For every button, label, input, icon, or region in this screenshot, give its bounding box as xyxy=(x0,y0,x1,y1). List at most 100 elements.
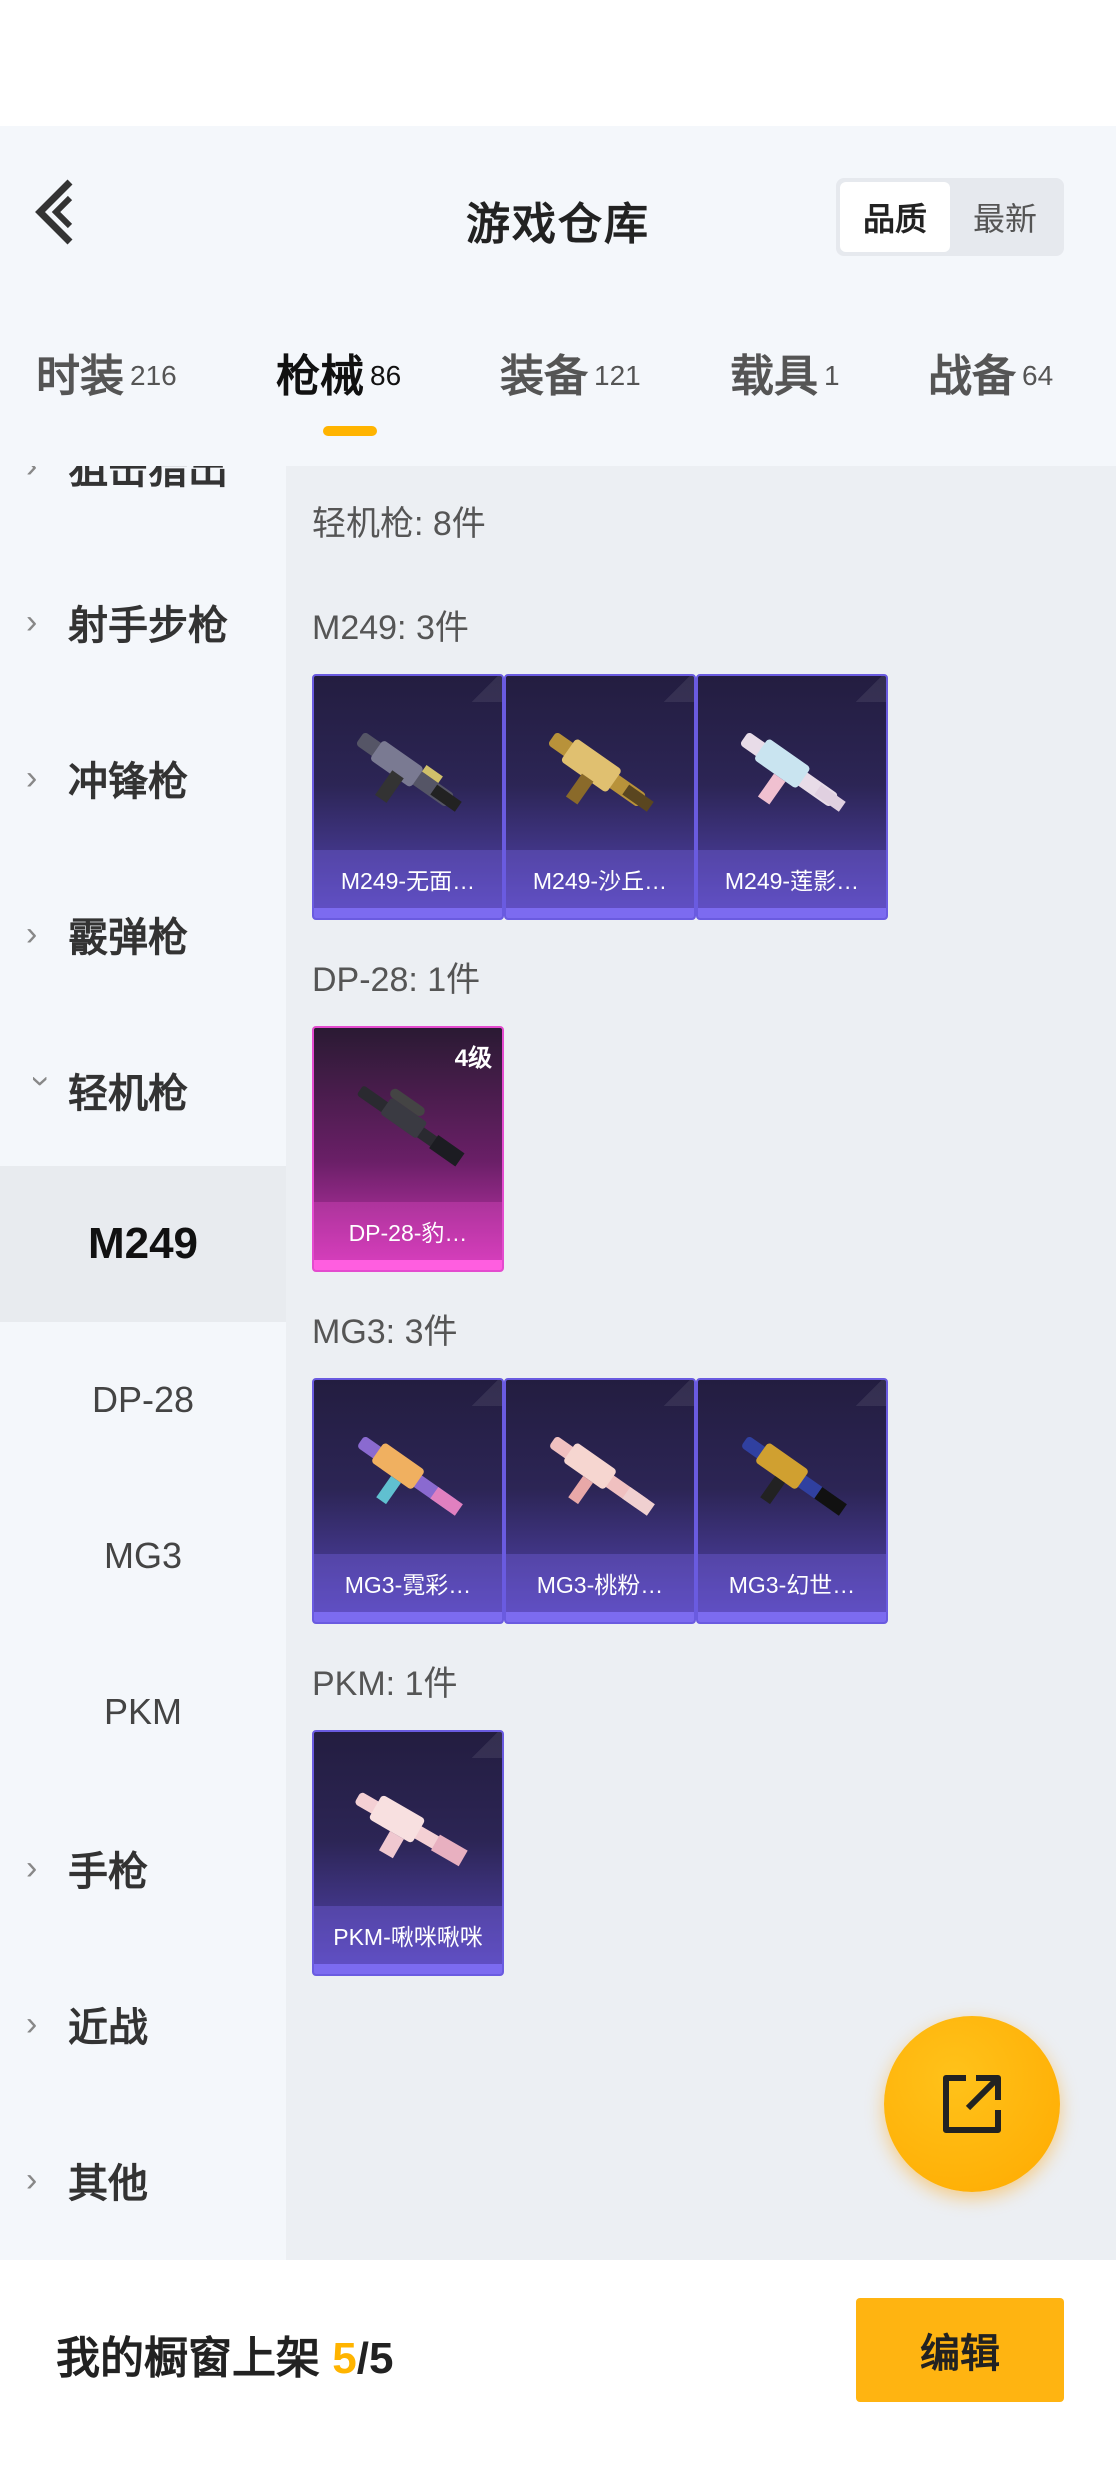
share-button[interactable] xyxy=(884,2016,1060,2192)
active-tab-indicator xyxy=(323,426,377,436)
tab-guns[interactable]: 枪械 86 xyxy=(276,340,401,440)
group-title: PKM: 1件 xyxy=(312,1665,458,1703)
lmg-skin-icon xyxy=(740,732,846,812)
card-row: 4级 DP-28-豹… xyxy=(312,1026,504,1272)
item-card[interactable]: PKM-啾咪啾咪 xyxy=(312,1730,504,1976)
tab-label: 战备 xyxy=(928,352,1016,401)
lmg-skin-icon xyxy=(355,1792,468,1867)
card-row: M249-无面… M249-沙丘… M249-莲影… xyxy=(312,674,888,920)
chevron-right-icon: › xyxy=(26,914,38,953)
sidebar-item-other[interactable]: › 其他 xyxy=(0,2102,286,2258)
item-name: DP-28-豹… xyxy=(314,1202,502,1260)
edit-button[interactable]: 编辑 xyxy=(856,2298,1064,2402)
sort-quality-option[interactable]: 品质 xyxy=(840,182,950,252)
group-title: M249: 3件 xyxy=(312,609,469,647)
sidebar-subitem-dp28[interactable]: DP-28 xyxy=(0,1322,286,1478)
sidebar-item-melee[interactable]: › 近战 xyxy=(0,1946,286,2102)
item-card[interactable]: M249-沙丘… xyxy=(504,674,696,920)
showcase-separator: / xyxy=(356,2334,369,2383)
showcase-status: 我的橱窗上架 5/5 xyxy=(56,2322,393,2386)
tab-count: 216 xyxy=(130,360,177,391)
showcase-label: 我的橱窗上架 xyxy=(56,2334,320,2383)
lmg-skin-icon xyxy=(358,1436,463,1516)
sidebar-subitem-pkm[interactable]: PKM xyxy=(0,1634,286,1790)
rarity-bar xyxy=(314,1260,502,1270)
sidebar-item-label: 其他 xyxy=(68,2162,148,2206)
tab-fashion[interactable]: 时装 216 xyxy=(36,340,177,440)
sidebar-subitem-mg3[interactable]: MG3 xyxy=(0,1478,286,1634)
item-name: MG3-幻世… xyxy=(698,1554,886,1612)
item-card[interactable]: MG3-桃粉… xyxy=(504,1378,696,1624)
rarity-bar xyxy=(314,1964,502,1974)
sidebar-item-label: 射手步枪 xyxy=(68,604,228,648)
group-title: DP-28: 1件 xyxy=(312,961,481,999)
tab-equipment[interactable]: 装备 121 xyxy=(500,340,641,440)
item-name: MG3-桃粉… xyxy=(506,1554,694,1612)
chevron-right-icon: › xyxy=(26,1848,38,1887)
sidebar-item-label: 狙击猎出 xyxy=(68,466,228,492)
sidebar-item-pistol[interactable]: › 手枪 xyxy=(0,1790,286,1946)
tab-label: 载具 xyxy=(730,352,818,401)
share-external-icon xyxy=(943,2075,1001,2133)
card-corner xyxy=(644,676,694,702)
rarity-bar xyxy=(314,1612,502,1622)
chevron-right-icon: › xyxy=(26,2160,38,2199)
sidebar-item-label: 霰弹枪 xyxy=(68,916,188,960)
chevron-right-icon: › xyxy=(26,2004,38,2043)
tab-label: 时装 xyxy=(36,352,124,401)
item-name: PKM-啾咪啾咪 xyxy=(314,1906,502,1964)
chevron-down-icon: › xyxy=(22,1075,61,1087)
item-card[interactable]: MG3-霓彩… xyxy=(312,1378,504,1624)
sidebar: › 狙击猎出 › 射手步枪 › 冲锋枪 › 霰弹枪 › 轻机枪 M249 DP-… xyxy=(0,466,286,2260)
sidebar-item-smg[interactable]: › 冲锋枪 xyxy=(0,700,286,856)
sort-newest-option[interactable]: 最新 xyxy=(950,182,1060,252)
chevron-right-icon: › xyxy=(26,758,38,797)
item-list: 轻机枪: 8件 M249: 3件 M249-无面… M249-沙丘… M249-… xyxy=(286,466,1116,2260)
card-corner xyxy=(836,1380,886,1406)
tab-label: 装备 xyxy=(500,352,588,401)
lmg-skin-icon xyxy=(356,732,462,812)
sidebar-item-label: 轻机枪 xyxy=(68,1072,188,1116)
item-name: MG3-霓彩… xyxy=(314,1554,502,1612)
tab-combat-gear[interactable]: 战备 64 xyxy=(928,340,1053,440)
showcase-total: 5 xyxy=(368,2334,394,2383)
status-bar-area xyxy=(0,0,1116,126)
tab-vehicles[interactable]: 载具 1 xyxy=(730,340,840,440)
tab-label: 枪械 xyxy=(276,352,364,401)
category-tabs: 时装 216 枪械 86 装备 121 载具 1 战备 64 xyxy=(0,340,1116,440)
sidebar-subitem-m249[interactable]: M249 xyxy=(0,1166,286,1322)
lmg-skin-icon xyxy=(742,1436,847,1516)
tab-count: 121 xyxy=(594,360,641,391)
sort-toggle[interactable]: 品质 最新 xyxy=(836,178,1064,256)
rarity-bar xyxy=(506,1612,694,1622)
sidebar-item-label: 冲锋枪 xyxy=(68,760,188,804)
sidebar-item-shotgun[interactable]: › 霰弹枪 xyxy=(0,856,286,1012)
rarity-bar xyxy=(698,908,886,918)
card-row: PKM-啾咪啾咪 xyxy=(312,1730,504,1976)
tab-count: 64 xyxy=(1022,360,1054,391)
item-card[interactable]: M249-莲影… xyxy=(696,674,888,920)
lmg-skin-icon xyxy=(357,1086,465,1167)
item-name: M249-沙丘… xyxy=(506,850,694,908)
card-corner xyxy=(836,676,886,702)
item-card[interactable]: MG3-幻世… xyxy=(696,1378,888,1624)
chevron-right-icon: › xyxy=(26,602,38,641)
rarity-bar xyxy=(698,1612,886,1622)
sidebar-item-lmg[interactable]: › 轻机枪 xyxy=(0,1012,286,1168)
item-card[interactable]: 4级 DP-28-豹… xyxy=(312,1026,504,1272)
item-card[interactable]: M249-无面… xyxy=(312,674,504,920)
group-title: MG3: 3件 xyxy=(312,1313,458,1351)
rarity-bar xyxy=(314,908,502,918)
item-name: M249-莲影… xyxy=(698,850,886,908)
sidebar-item-label: 手枪 xyxy=(68,1850,148,1894)
showcase-current: 5 xyxy=(332,2334,357,2383)
rarity-bar xyxy=(506,908,694,918)
sidebar-item-sniper[interactable]: › 狙击猎出 xyxy=(0,466,286,544)
sidebar-item-marksman-rifle[interactable]: › 射手步枪 xyxy=(0,544,286,700)
tab-count: 86 xyxy=(370,360,402,391)
lmg-skin-icon xyxy=(548,732,654,812)
card-corner xyxy=(452,1732,502,1758)
tab-count: 1 xyxy=(824,360,840,391)
card-corner xyxy=(452,676,502,702)
category-title: 轻机枪: 8件 xyxy=(312,505,486,543)
